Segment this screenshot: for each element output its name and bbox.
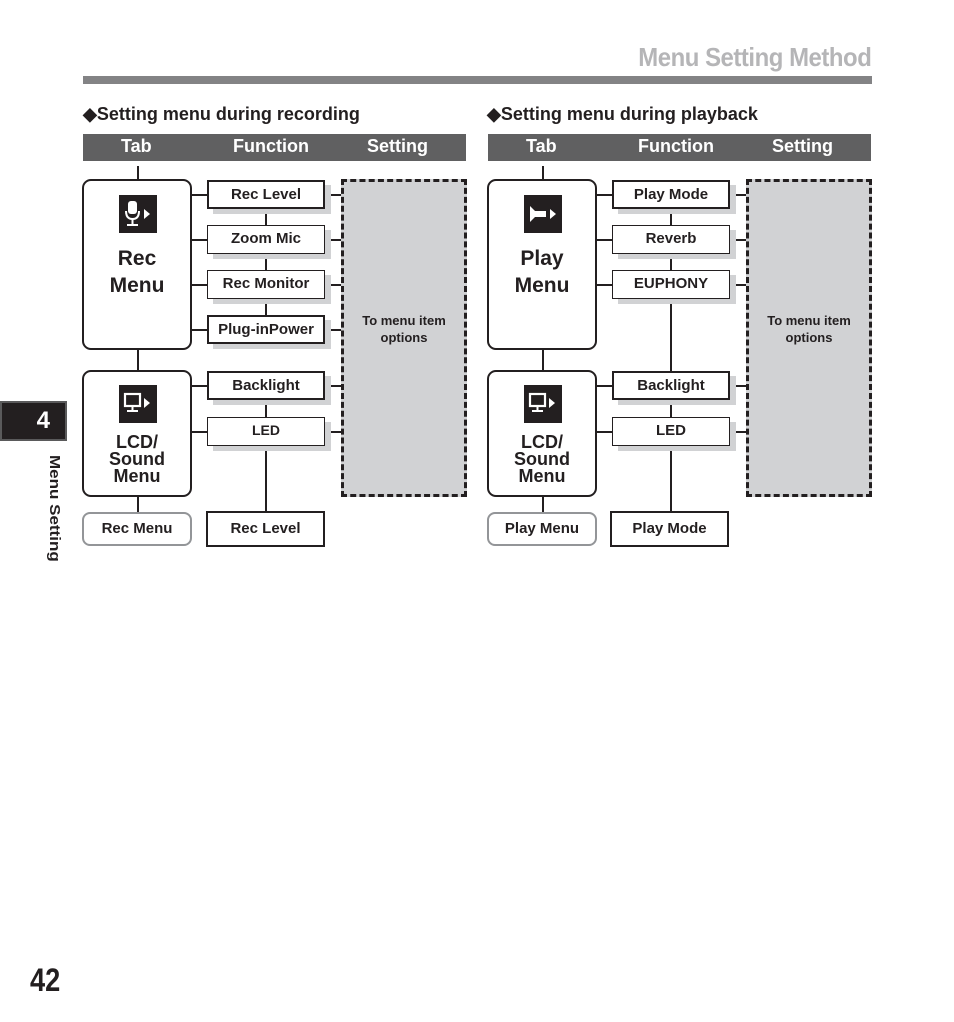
- connector: [191, 239, 208, 241]
- playback-column-header: Tab Function Setting: [488, 134, 871, 161]
- function-led[interactable]: LED: [207, 417, 325, 446]
- monitor-icon: [524, 385, 562, 423]
- label-line: Menu: [113, 466, 161, 486]
- text-line: To menu item: [362, 313, 446, 328]
- label-line: Menu: [109, 274, 165, 297]
- connector: [137, 166, 139, 180]
- function-backlight[interactable]: Backlight: [612, 371, 730, 400]
- function-reverb[interactable]: Reverb: [612, 225, 730, 254]
- label-line: Menu: [514, 274, 570, 297]
- tab-rec-menu-return[interactable]: Rec Menu: [82, 512, 192, 546]
- monitor-icon: [119, 385, 157, 423]
- connector: [191, 284, 208, 286]
- tab-rec-menu-label: Rec Menu: [84, 245, 190, 299]
- column-header-function: Function: [233, 136, 309, 156]
- label-line: Rec: [117, 247, 157, 270]
- label-line: Menu: [518, 466, 566, 486]
- setting-options-text: To menu item options: [749, 312, 869, 346]
- column-header-tab: Tab: [526, 136, 557, 156]
- connector: [137, 349, 139, 371]
- connector: [542, 166, 544, 180]
- tab-rec-menu[interactable]: Rec Menu: [82, 179, 192, 350]
- setting-options-text: To menu item options: [344, 312, 464, 346]
- connector: [596, 431, 613, 433]
- connector: [542, 496, 544, 512]
- function-plug-in-power[interactable]: Plug-inPower: [207, 315, 325, 344]
- recording-section-heading: ◆Setting menu during recording: [83, 104, 360, 124]
- tab-lcd-sound-label: LCD/ Sound Menu: [489, 433, 595, 486]
- page-header-title: Menu Setting Method: [637, 42, 872, 72]
- chapter-label: Menu Setting: [46, 455, 63, 562]
- tab-play-menu[interactable]: Play Menu: [487, 179, 597, 350]
- function-euphony[interactable]: EUPHONY: [612, 270, 730, 299]
- connector: [596, 385, 613, 387]
- microphone-icon: [119, 195, 157, 233]
- text-line: options: [380, 330, 428, 345]
- function-rec-level-return[interactable]: Rec Level: [206, 511, 325, 547]
- connector: [596, 284, 613, 286]
- column-header-tab: Tab: [121, 136, 152, 156]
- recording-column-header: Tab Function Setting: [83, 134, 466, 161]
- connector: [191, 431, 208, 433]
- connector: [191, 329, 208, 331]
- tab-play-menu-label: Play Menu: [489, 245, 595, 299]
- playback-section-heading: ◆Setting menu during playback: [487, 104, 758, 124]
- tab-lcd-sound-label: LCD/ Sound Menu: [84, 433, 190, 486]
- connector: [542, 349, 544, 371]
- function-rec-monitor[interactable]: Rec Monitor: [207, 270, 325, 299]
- connector: [191, 385, 208, 387]
- play-icon: [524, 195, 562, 233]
- chapter-tab[interactable]: 4: [0, 401, 67, 441]
- connector: [191, 194, 208, 196]
- setting-options-area[interactable]: To menu item options: [341, 179, 467, 497]
- text-line: To menu item: [767, 313, 851, 328]
- tab-play-menu-return[interactable]: Play Menu: [487, 512, 597, 546]
- tab-lcd-sound-menu[interactable]: LCD/ Sound Menu: [487, 370, 597, 497]
- function-backlight[interactable]: Backlight: [207, 371, 325, 400]
- setting-options-area[interactable]: To menu item options: [746, 179, 872, 497]
- function-led[interactable]: LED: [612, 417, 730, 446]
- connector: [596, 239, 613, 241]
- label-line: Play: [520, 247, 564, 270]
- function-play-mode[interactable]: Play Mode: [612, 180, 730, 209]
- text-line: options: [785, 330, 833, 345]
- tab-lcd-sound-menu[interactable]: LCD/ Sound Menu: [82, 370, 192, 497]
- function-zoom-mic[interactable]: Zoom Mic: [207, 225, 325, 254]
- page-number: 42: [30, 962, 61, 998]
- connector: [137, 496, 139, 512]
- column-header-setting: Setting: [772, 136, 833, 156]
- column-header-function: Function: [638, 136, 714, 156]
- header-divider-bar: [83, 76, 872, 84]
- function-play-mode-return[interactable]: Play Mode: [610, 511, 729, 547]
- function-rec-level[interactable]: Rec Level: [207, 180, 325, 209]
- connector: [596, 194, 613, 196]
- column-header-setting: Setting: [367, 136, 428, 156]
